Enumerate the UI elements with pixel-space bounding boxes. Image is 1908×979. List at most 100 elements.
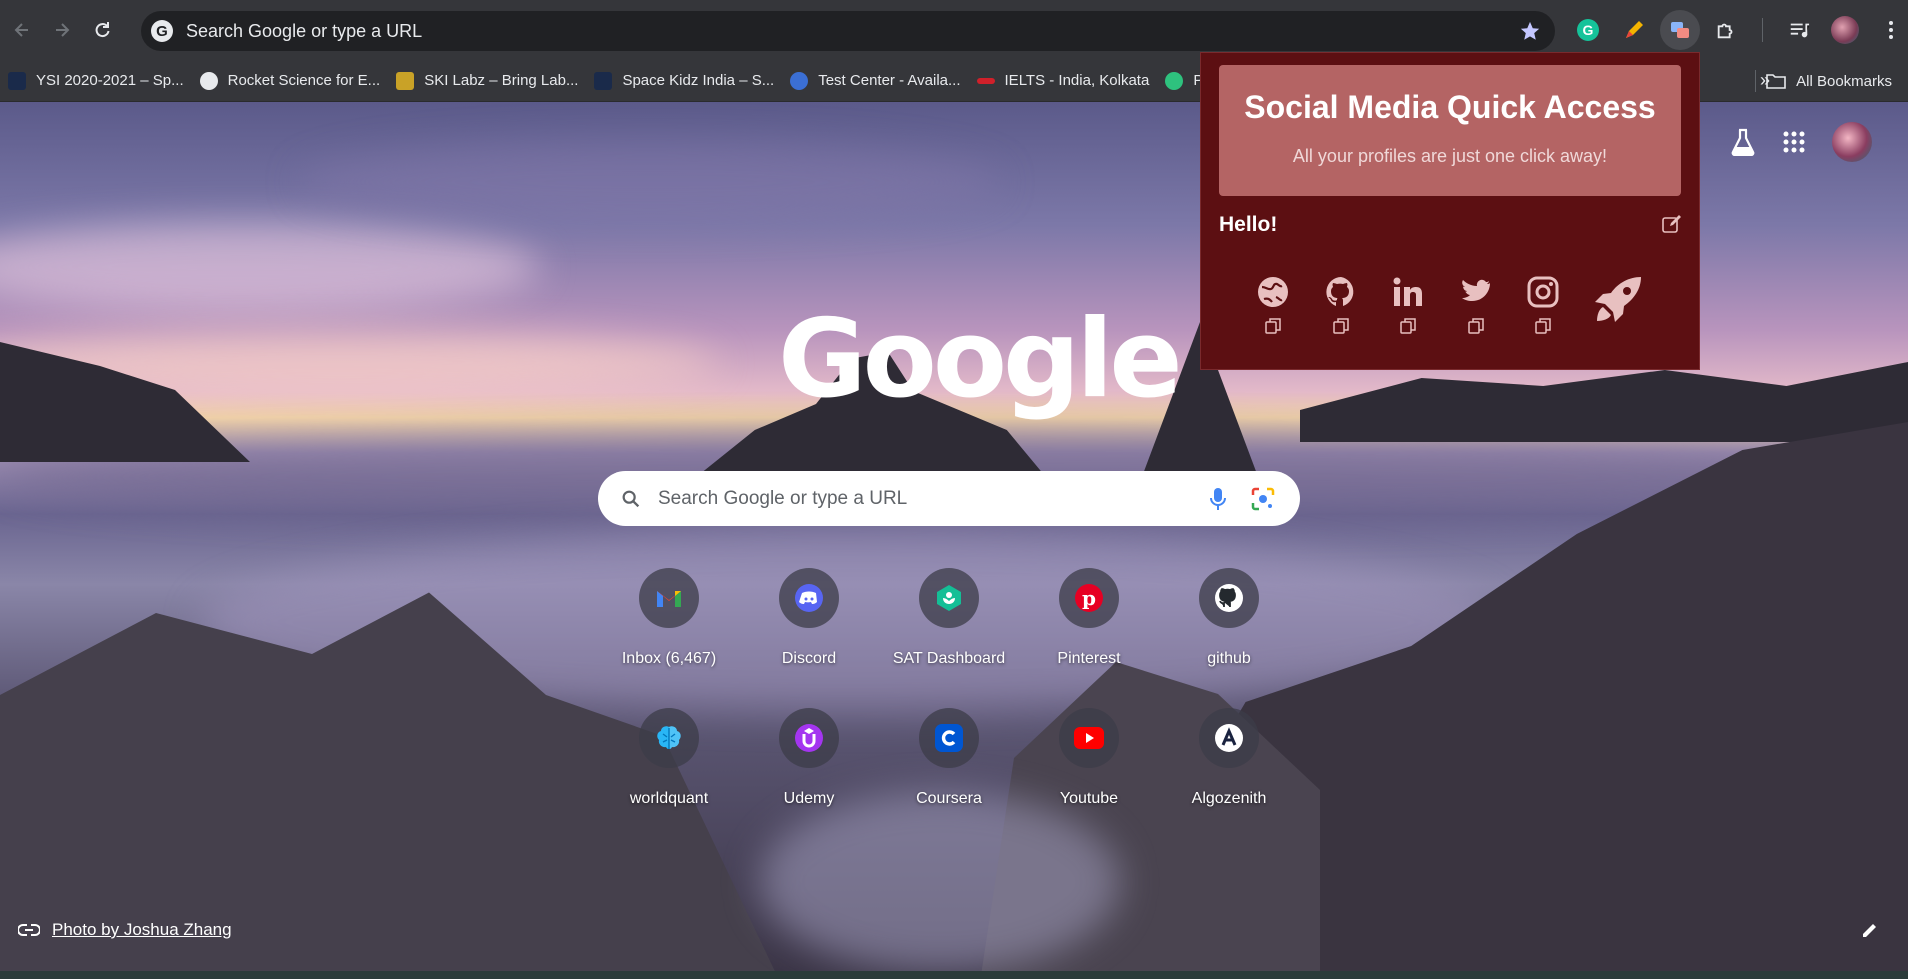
reload-button[interactable] [84, 12, 120, 48]
google-lens-icon[interactable] [1250, 486, 1276, 512]
shortcut-tile[interactable]: Discord [739, 560, 879, 672]
omnibox-text: Search Google or type a URL [186, 20, 423, 41]
highlighter-extension-button[interactable] [1614, 10, 1654, 50]
shortcut-label: Algozenith [1191, 790, 1267, 807]
shortcut-label: github [1207, 650, 1251, 667]
bookmark-item[interactable]: Rocket Science for E... [192, 65, 389, 97]
globe-icon [1258, 277, 1288, 307]
all-bookmarks-button[interactable]: All Bookmarks [1766, 65, 1892, 97]
khan-academy-icon [937, 585, 961, 611]
bookmark-favicon-icon [790, 71, 809, 90]
shortcut-label: Discord [781, 650, 837, 667]
social-link-twitter[interactable] [1456, 275, 1496, 335]
highlighter-icon [1626, 21, 1643, 38]
bookmark-item[interactable]: Test Center - Availa... [782, 65, 968, 97]
popup-subtitle: All your profiles are just one click awa… [1292, 146, 1608, 166]
social-link-linkedin[interactable] [1388, 275, 1428, 335]
profile-button[interactable] [1825, 10, 1865, 50]
folder-icon [1766, 74, 1786, 89]
udemy-icon [795, 724, 823, 752]
browser-toolbar: G Search Google or type a URL G [0, 0, 1908, 60]
svg-text:G: G [156, 23, 168, 40]
shortcut-icon-circle [919, 568, 979, 628]
shortcut-icon-circle [1199, 708, 1259, 768]
popup-title: Social Media Quick Access [1244, 89, 1656, 125]
social-media-quick-access-icon [1671, 22, 1689, 38]
forward-button[interactable] [44, 12, 80, 48]
chrome-menu-button[interactable] [1871, 10, 1908, 50]
search-box[interactable]: Search Google or type a URL [598, 471, 1300, 526]
shortcut-icon-circle [639, 708, 699, 768]
social-link-website[interactable] [1253, 275, 1293, 335]
bookmark-item[interactable]: SKI Labz – Bring Lab... [388, 65, 586, 97]
extensions-menu-button[interactable] [1706, 10, 1746, 50]
social-media-extension-button[interactable] [1660, 10, 1700, 50]
shortcut-tile[interactable]: github [1159, 560, 1299, 672]
more-vert-icon [1889, 21, 1893, 39]
copy-icon[interactable] [1534, 317, 1552, 335]
photo-credit-text: Photo by Joshua Zhang [52, 920, 232, 939]
rocket-icon[interactable] [1591, 273, 1645, 327]
shortcut-icon-circle: p [1059, 568, 1119, 628]
copy-icon[interactable] [1399, 317, 1417, 335]
bookmark-item[interactable]: YSI 2020-2021 – Sp... [0, 65, 192, 97]
account-avatar[interactable] [1832, 122, 1872, 162]
reading-list-button[interactable] [1779, 10, 1819, 50]
shortcut-tile[interactable]: Inbox (6,467) [599, 560, 739, 672]
coursera-icon [935, 724, 963, 752]
bookmarks-divider [1755, 70, 1756, 92]
shortcut-label: Pinterest [1057, 650, 1121, 667]
labs-flask-icon[interactable] [1730, 128, 1756, 156]
photo-credit-link[interactable]: Photo by Joshua Zhang [18, 920, 232, 940]
copy-icon[interactable] [1264, 317, 1282, 335]
taskbar-strip [0, 971, 1908, 979]
shortcut-label: SAT Dashboard [892, 650, 1006, 667]
social-media-quick-access-popup: Social Media Quick Access All your profi… [1200, 52, 1700, 370]
bookmark-star-icon[interactable] [1519, 20, 1541, 42]
shortcut-tile[interactable]: worldquant [599, 700, 739, 812]
shortcut-icon-circle [639, 568, 699, 628]
pinterest-icon: p [1075, 584, 1103, 612]
shortcut-tile[interactable]: Algozenith [1159, 700, 1299, 812]
google-g-icon: G [151, 20, 173, 42]
shortcut-tile[interactable]: Udemy [739, 700, 879, 812]
arrow-left-icon [14, 23, 28, 37]
shortcut-tile[interactable]: p Pinterest [1019, 560, 1159, 672]
bookmark-favicon-icon [1165, 71, 1184, 90]
twitter-icon [1462, 279, 1490, 301]
shortcut-tile[interactable]: SAT Dashboard [879, 560, 1019, 672]
shortcut-label: Youtube [1059, 790, 1119, 807]
bookmark-item[interactable]: Space Kidz India – S... [586, 65, 782, 97]
svg-text:G: G [1583, 22, 1594, 38]
reload-icon [95, 22, 110, 38]
social-link-instagram[interactable] [1523, 275, 1563, 335]
discord-icon [795, 584, 823, 612]
social-link-github[interactable] [1321, 275, 1361, 335]
github-icon [1326, 277, 1354, 306]
copy-icon[interactable] [1467, 317, 1485, 335]
shortcut-tile[interactable]: Coursera [879, 700, 1019, 812]
copy-icon[interactable] [1332, 317, 1350, 335]
popup-greeting: Hello! [1219, 213, 1278, 236]
algozenith-icon [1215, 724, 1243, 752]
github-icon [1215, 584, 1243, 612]
back-button[interactable] [4, 12, 40, 48]
apps-grid-icon[interactable] [1782, 130, 1806, 154]
shortcut-tile[interactable]: Youtube [1019, 700, 1159, 812]
microphone-icon[interactable] [1206, 486, 1230, 512]
shortcut-icon-circle [779, 708, 839, 768]
cloud [0, 222, 540, 312]
extensions-area: G [1568, 10, 1908, 50]
arrow-right-icon [56, 23, 70, 37]
instagram-icon [1527, 276, 1559, 308]
customize-pencil-icon[interactable] [1860, 920, 1880, 940]
gmail-icon [657, 591, 681, 607]
grammarly-extension-button[interactable]: G [1568, 10, 1608, 50]
edit-profile-icon[interactable] [1661, 213, 1683, 235]
ntp-top-right-icons [1730, 122, 1872, 162]
bookmark-favicon-icon [396, 71, 415, 90]
bookmark-item[interactable]: IELTS - India, Kolkata [969, 65, 1158, 97]
svg-text:p: p [1082, 586, 1096, 610]
omnibox[interactable]: G Search Google or type a URL [141, 11, 1555, 51]
shortcut-icon-circle [919, 708, 979, 768]
